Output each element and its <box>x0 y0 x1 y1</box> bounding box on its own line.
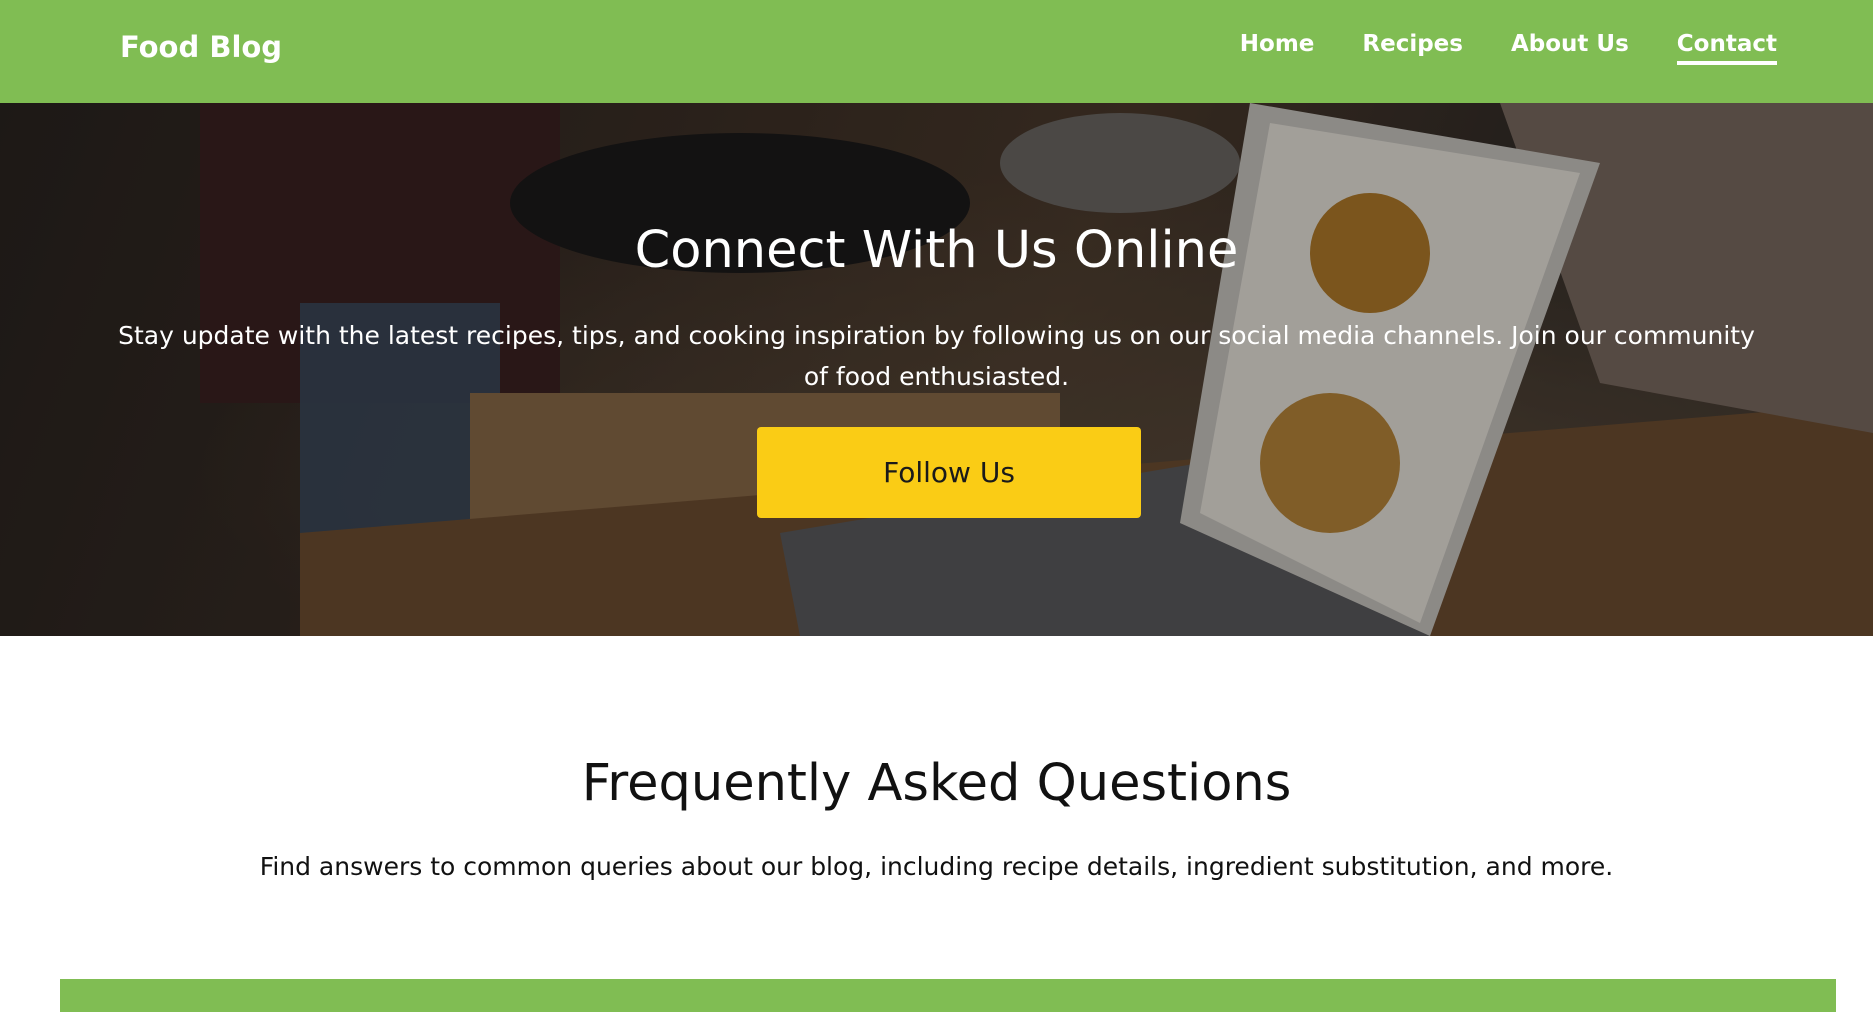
nav-recipes[interactable]: Recipes <box>1362 31 1463 65</box>
hero-description: Stay update with the latest recipes, tip… <box>118 321 1755 391</box>
nav-contact[interactable]: Contact <box>1676 31 1777 65</box>
hero-section: Connect With Us Online Stay update with … <box>0 103 1873 636</box>
main-nav: Home Recipes About Us Contact <box>1240 31 1777 65</box>
nav-about-us[interactable]: About Us <box>1511 31 1629 65</box>
hero-title: Connect With Us Online <box>634 221 1239 280</box>
faq-accordion-header[interactable] <box>60 979 1836 1012</box>
site-logo[interactable]: Food Blog <box>120 30 282 64</box>
faq-subtitle: Find answers to common queries about our… <box>259 852 1614 881</box>
site-header: Food Blog Home Recipes About Us Contact <box>0 0 1873 103</box>
follow-us-button[interactable]: Follow Us <box>757 427 1141 518</box>
nav-home[interactable]: Home <box>1240 31 1315 65</box>
faq-title: Frequently Asked Questions <box>581 754 1292 813</box>
